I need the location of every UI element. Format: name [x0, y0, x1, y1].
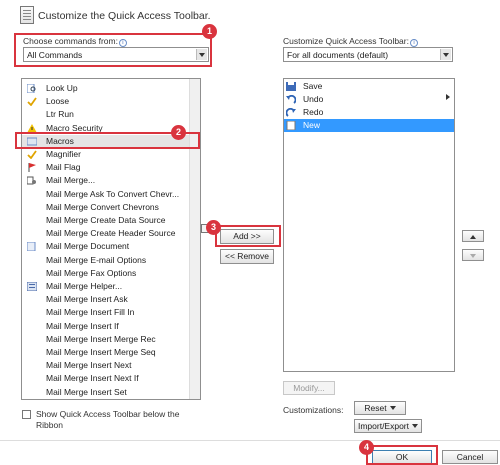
command-list-item[interactable]: Mail Merge Insert Next [22, 359, 190, 372]
command-list-item[interactable]: Mail Merge Document [22, 240, 190, 253]
command-label: Mail Merge Fax Options [46, 267, 137, 278]
command-list-item[interactable]: Look Up [22, 82, 190, 95]
command-list-item[interactable]: Mail Merge Insert Merge Seq [22, 346, 190, 359]
command-list-item[interactable]: Mail Merge Insert Set [22, 386, 190, 399]
import-export-label: Import/Export [357, 421, 410, 431]
lookup-icon [26, 83, 37, 94]
command-label: Mail Merge E-mail Options [46, 254, 147, 265]
toolbar-list-item[interactable]: New [284, 119, 454, 132]
command-label: Magnifier [46, 149, 81, 159]
command-label: Mail Merge Insert Next If [46, 373, 139, 384]
command-label: Ltr Run [46, 109, 74, 120]
callout-box-1 [14, 33, 212, 67]
reset-button[interactable]: Reset [354, 401, 406, 415]
command-list-item[interactable]: Mail Merge Insert Merge Rec [22, 333, 190, 346]
command-list-item[interactable]: Magnifier [22, 148, 190, 161]
command-label: Mail Merge Insert Ask [46, 294, 128, 305]
customize-toolbar-text: Customize Quick Access Toolbar: [283, 36, 409, 46]
command-label: Mail Merge Insert Merge Rec [46, 333, 156, 344]
move-down-button[interactable] [462, 249, 484, 261]
command-label: Mail Merge Helper... [46, 281, 123, 291]
undo-icon [286, 94, 297, 104]
command-list-item[interactable]: Mail Merge Convert Chevrons [22, 201, 190, 214]
callout-box-3 [215, 225, 281, 247]
command-label: Mail Merge Convert Chevrons [46, 201, 159, 212]
show-below-ribbon-label: Show Quick Access Toolbar below the Ribb… [36, 409, 180, 430]
command-label: Mail Merge Insert Fill In [46, 307, 135, 318]
command-label: Mail Merge Ask To Convert Chevr... [46, 188, 180, 199]
command-label: Mail Merge Document [46, 241, 130, 252]
redo-icon [285, 107, 296, 117]
mail-merge-icon [26, 176, 37, 185]
command-label: Mail Flag [46, 162, 81, 173]
show-below-ribbon-checkbox[interactable] [22, 410, 31, 419]
callout-badge-3: 3 [206, 220, 221, 235]
modify-button[interactable]: Modify... [283, 381, 335, 395]
toolbar-item-label: Redo [303, 107, 324, 117]
expand-arrow-icon[interactable] [446, 94, 450, 100]
command-label: Look Up [46, 83, 78, 93]
check-icon [27, 97, 37, 107]
document-icon [26, 241, 37, 252]
toolbar-list-item[interactable]: Undo [284, 93, 454, 106]
arrow-up-icon [470, 235, 476, 239]
command-label: Loose [46, 96, 70, 107]
remove-button[interactable]: << Remove [220, 249, 274, 264]
helper-icon [26, 281, 38, 292]
toolbar-list-item[interactable]: Save [284, 80, 454, 93]
command-list-item[interactable]: Ltr Run [22, 108, 190, 121]
command-label: Mail Merge Insert If [46, 320, 119, 331]
command-label: Mail Merge Create Data Source [46, 215, 166, 225]
new-document-icon [286, 120, 296, 131]
arrow-down-icon [470, 254, 476, 258]
customize-toolbar-dropdown[interactable]: For all documents (default) [283, 47, 453, 62]
toolbar-items-list[interactable]: Save Undo Redo New [283, 78, 455, 372]
command-label: Mail Merge Insert Set [46, 386, 127, 397]
command-list-item[interactable]: Mail Merge Ask To Convert Chevr... [22, 188, 190, 201]
customize-toolbar-label: Customize Quick Access Toolbar: i [283, 36, 418, 47]
customize-document-icon [20, 6, 34, 24]
command-list-item[interactable]: Mail Merge Insert Fill In [22, 306, 190, 319]
toolbar-list-item[interactable]: Redo [284, 106, 454, 119]
command-list-item[interactable]: Mail Merge Create Header Source [22, 227, 190, 240]
save-icon [286, 82, 296, 91]
cancel-button[interactable]: Cancel [442, 450, 498, 464]
command-list-item[interactable]: Mail Merge Insert Ask [22, 293, 190, 306]
toolbar-item-label: Save [303, 81, 323, 91]
reset-label: Reset [364, 403, 387, 413]
callout-badge-2: 2 [171, 125, 186, 140]
callout-box-4 [366, 445, 438, 465]
callout-badge-1: 1 [202, 24, 217, 39]
import-export-button[interactable]: Import/Export [354, 419, 422, 433]
command-list-item[interactable]: Mail Merge... [22, 174, 190, 187]
info-icon: i [409, 39, 418, 47]
command-list-item[interactable]: Loose [22, 95, 190, 108]
footer-divider [0, 440, 500, 441]
move-up-button[interactable] [462, 230, 484, 242]
command-list-item[interactable]: Mail Merge Insert If [22, 320, 190, 333]
command-label: Mail Merge Insert Next [46, 360, 132, 371]
command-list-item[interactable]: Mail Merge E-mail Options [22, 254, 190, 267]
check-icon [27, 150, 37, 160]
callout-badge-4: 4 [359, 440, 374, 455]
command-list-item[interactable]: Mail Merge Insert Next If [22, 372, 190, 385]
toolbar-item-label: Undo [303, 94, 324, 104]
command-label: Mail Merge Insert Merge Seq [46, 347, 156, 357]
flag-icon [27, 163, 37, 173]
customize-toolbar-value: For all documents (default) [287, 50, 389, 60]
toolbar-item-label: New [303, 120, 321, 130]
chevron-down-icon[interactable] [440, 49, 451, 60]
dialog-title: Customize the Quick Access Toolbar. [38, 10, 211, 22]
command-list-item[interactable]: Mail Merge Create Data Source [22, 214, 190, 227]
command-list-item[interactable]: Mail Flag [22, 161, 190, 174]
command-list-item[interactable]: Mail Merge Helper... [22, 280, 190, 293]
command-list-item[interactable]: Mail Merge Fax Options [22, 267, 190, 280]
command-label: Mail Merge... [46, 175, 96, 186]
commands-scrollbar[interactable] [189, 79, 200, 399]
command-label: Mail Merge Create Header Source [46, 228, 176, 239]
customizations-label: Customizations: [283, 405, 344, 415]
